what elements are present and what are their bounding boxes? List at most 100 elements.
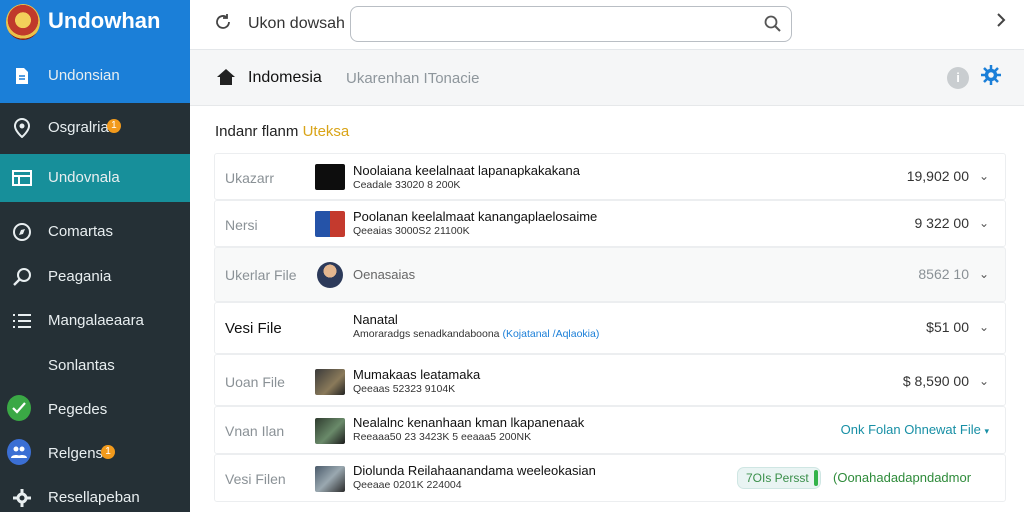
page-header: Indomesia Ukarenhan ITonacie i — [190, 50, 1024, 106]
file-row[interactable]: Ukazarr Noolaiana keelalnaat lapanapkaka… — [214, 153, 1006, 200]
file-thumbnail — [315, 369, 345, 395]
sidebar-item-text: Osgralria — [48, 119, 109, 136]
file-meta: Reeaaa50 23 3423K 5 eeaaa5 200NK — [353, 431, 532, 443]
file-name[interactable]: Mumakaas leatamaka — [353, 367, 480, 382]
sidebar-item-comartas[interactable]: Comartas — [0, 210, 190, 254]
file-meta: Qeeaas 52323 9104K — [353, 383, 456, 395]
folder-icon — [10, 166, 34, 190]
file-meta: Qeeaias 3000S2 21100K — [353, 225, 470, 237]
sidebar-item-label: Sonlantas — [48, 357, 115, 374]
file-row-label: Vesi File — [225, 320, 282, 337]
file-thumbnail — [315, 211, 345, 237]
page-subtitle: Ukarenhan ITonacie — [346, 70, 480, 87]
caret-down-icon: ▾ — [984, 426, 989, 436]
home-icon[interactable] — [216, 68, 236, 91]
top-title: Ukon dowsah — [248, 15, 345, 32]
file-row-label: Uoan File — [225, 374, 285, 390]
file-row[interactable]: Uoan File Mumakaas leatamaka Qeeaas 5232… — [214, 354, 1006, 406]
sidebar-item-label: Relgens 1 — [48, 445, 116, 462]
file-meta-link[interactable]: (Kojatanal /Aqlaokia) — [502, 328, 599, 340]
file-row-label: Ukerlar File — [225, 267, 297, 283]
notification-badge: 1 — [101, 445, 116, 459]
file-row[interactable]: Nersi Poolanan keelalmaat kanangaplaelos… — [214, 200, 1006, 247]
sidebar-item-label: Mangalaeaara — [48, 312, 144, 329]
file-meta: Qeeaae 0201K 224004 — [353, 479, 462, 491]
file-value: 9 322 00 — [914, 215, 970, 231]
sidebar-item-undonsian[interactable]: Undonsian — [0, 58, 190, 96]
file-value: $51 00 — [926, 319, 969, 335]
compass-icon — [10, 220, 34, 244]
file-row[interactable]: Vnan Ilan Nealalnc kenanhaan kman lkapan… — [214, 406, 1006, 454]
chevron-down-icon[interactable]: ⌄ — [979, 374, 989, 388]
sidebar: Undowhan Undonsian Osgralria 1 Undovnala … — [0, 0, 190, 512]
chevron-down-icon[interactable]: ⌄ — [979, 320, 989, 334]
file-value: 19,902 00 — [906, 168, 969, 184]
file-row-label: Nersi — [225, 217, 258, 233]
page-title: Indomesia — [248, 69, 322, 86]
sidebar-item-mangalaeaara[interactable]: Mangalaeaara — [0, 299, 190, 343]
file-meta: Ceadale 33020 8 200K — [353, 179, 461, 191]
section-title: Indanr flanm Uteksa — [215, 123, 349, 140]
sidebar-item-relgens[interactable]: Relgens 1 — [0, 432, 190, 476]
brand-title: Undowhan — [48, 8, 161, 33]
section-title-text: Indanr flanm — [215, 123, 299, 140]
file-name[interactable]: Diolunda Reilahaanandama weeleokasian — [353, 463, 596, 478]
file-value: $ 8,590 00 — [902, 373, 969, 389]
status-text: (Oonahadadapndadmor — [833, 470, 972, 485]
check-circle-icon — [7, 395, 31, 421]
file-row-label: Ukazarr — [225, 170, 275, 186]
sidebar-item-text: Relgens — [48, 445, 104, 462]
file-name[interactable]: Oenasaias — [353, 267, 415, 282]
file-name[interactable]: Nealalnc kenanhaan kman lkapanenaak — [353, 415, 584, 430]
file-row-label: Vesi Filen — [225, 471, 286, 487]
sidebar-item-label: Undonsian — [48, 67, 120, 84]
open-file-link[interactable]: Onk Folan Ohnewat File ▾ — [841, 422, 989, 437]
file-name[interactable]: Poolanan keelalmaat kanangaplaelosaime — [353, 209, 597, 224]
logo-emblem-icon — [6, 4, 40, 40]
status-pill-bar — [814, 470, 818, 486]
file-row[interactable]: Vesi Filen Diolunda Reilahaanandama weel… — [214, 454, 1006, 502]
file-thumbnail — [315, 466, 345, 492]
sidebar-item-peagania[interactable]: Peagania — [0, 255, 190, 299]
sidebar-item-label: Comartas — [48, 223, 114, 240]
list-icon — [10, 309, 34, 333]
status-pill-label: 7OIs Persst — [746, 471, 809, 485]
sidebar-item-label: Peagania — [48, 268, 112, 285]
file-meta: Amoraradgs senadkandaboona (Kojatanal /A… — [353, 328, 599, 340]
status-pill[interactable]: 7OIs Persst — [737, 467, 821, 489]
sidebar-item-undovnala[interactable]: Undovnala — [0, 154, 190, 202]
file-value: 8562 10 — [918, 266, 969, 282]
users-icon — [7, 439, 31, 465]
sidebar-item-label: Osgralria 1 — [48, 119, 121, 136]
document-icon — [10, 64, 34, 88]
search-icon[interactable] — [763, 14, 781, 37]
chevron-down-icon[interactable]: ⌄ — [979, 169, 989, 183]
file-thumbnail — [315, 418, 345, 444]
file-row-label: Vnan Ilan — [225, 423, 285, 439]
search-icon — [10, 265, 34, 289]
gear-icon[interactable] — [981, 65, 1001, 91]
info-icon[interactable]: i — [947, 67, 969, 89]
brand-panel: Undowhan Undonsian — [0, 0, 190, 103]
file-row[interactable]: Vesi File Nanatal Amoraradgs senadkandab… — [214, 302, 1006, 354]
chevron-down-icon[interactable]: ⌄ — [979, 216, 989, 230]
file-row[interactable]: Ukerlar File Oenasaias 8562 10 ⌄ — [214, 247, 1006, 302]
pin-icon — [10, 116, 34, 140]
sidebar-item-resellapeban[interactable]: Resellapeban — [0, 476, 190, 512]
sidebar-item-osgralria[interactable]: Osgralria 1 — [0, 106, 190, 150]
file-name[interactable]: Noolaiana keelalnaat lapanapkakakana — [353, 163, 580, 178]
sidebar-item-label: Undovnala — [48, 169, 120, 186]
chevron-down-icon[interactable]: ⌄ — [979, 267, 989, 281]
sidebar-item-sonlantas[interactable]: Sonlantas — [0, 344, 190, 388]
open-file-link-text: Onk Folan Ohnewat File — [840, 422, 981, 437]
notification-badge: 1 — [106, 119, 121, 133]
file-meta-text: Amoraradgs senadkandaboona — [353, 328, 500, 340]
search-input[interactable] — [350, 6, 792, 42]
sidebar-item-pegedes[interactable]: Pegedes — [0, 388, 190, 432]
chevron-right-icon[interactable] — [996, 12, 1006, 33]
file-name[interactable]: Nanatal — [353, 312, 398, 327]
top-bar: Ukon dowsah — [190, 0, 1024, 50]
section-title-accent: Uteksa — [302, 123, 350, 140]
refresh-icon[interactable] — [214, 13, 232, 37]
file-thumbnail — [315, 164, 345, 190]
